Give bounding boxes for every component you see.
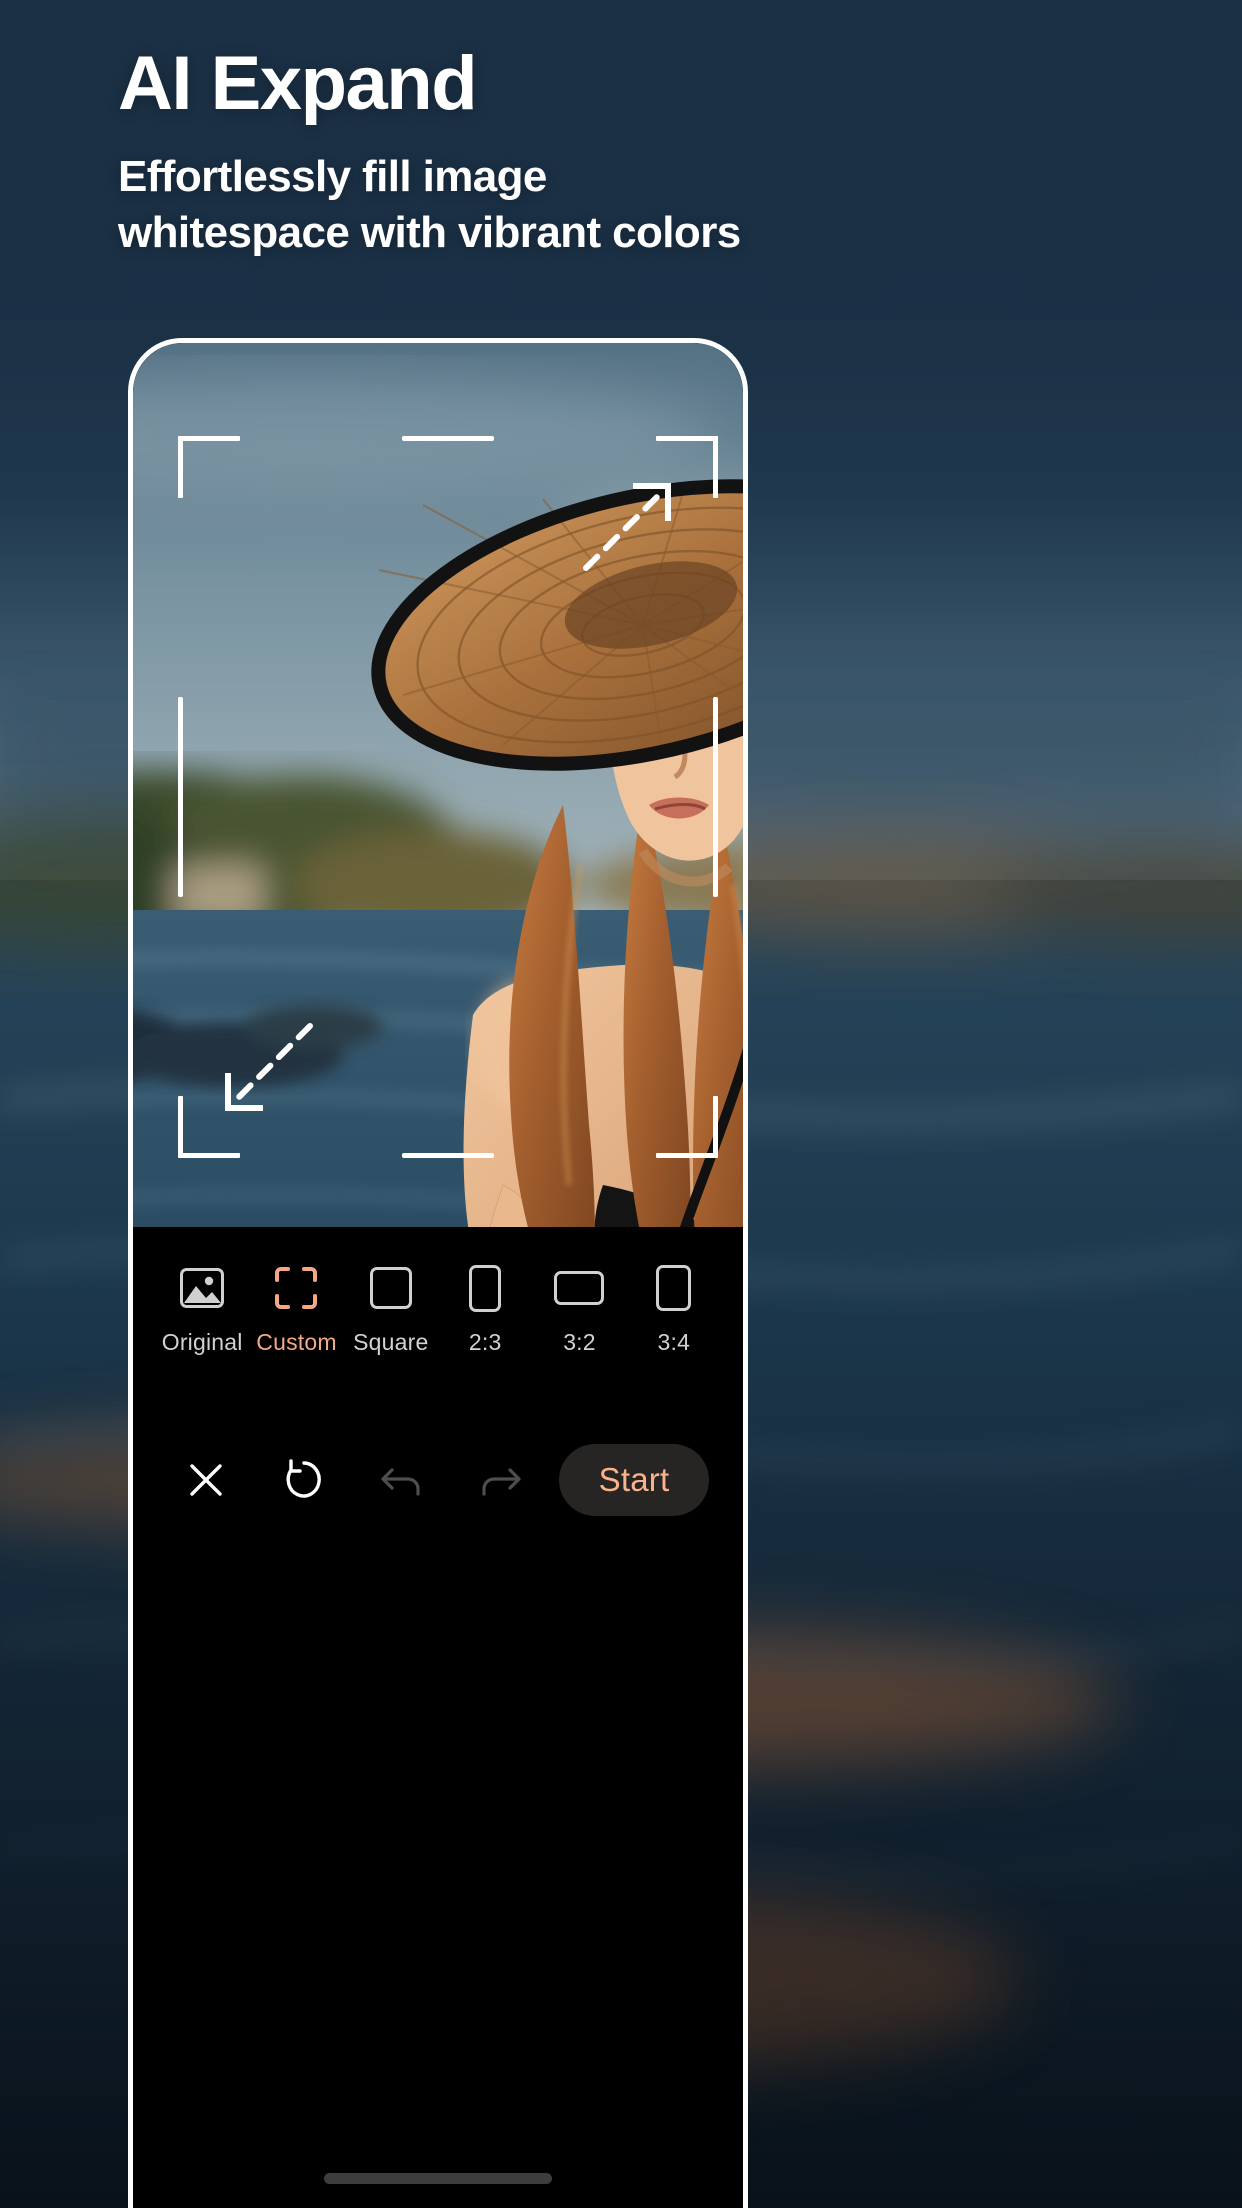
- page-subtitle: Effortlessly fill image whitespace with …: [118, 149, 858, 262]
- close-x-icon: [190, 1464, 222, 1496]
- image-icon: [179, 1261, 225, 1315]
- phone-mockup-frame: Original Custom Square 2:3 3:2 3:4 Start: [128, 338, 748, 2208]
- ratio-option-original[interactable]: Original: [155, 1261, 249, 1356]
- square-icon: [369, 1261, 412, 1315]
- portrait-2-3-icon: [469, 1261, 502, 1315]
- crop-brackets-icon: [273, 1261, 319, 1315]
- ratio-option-square[interactable]: Square: [344, 1261, 438, 1356]
- ratio-option-label: 3:4: [657, 1329, 691, 1355]
- page-title: AI Expand: [118, 41, 478, 126]
- ratio-option-label: Custom: [256, 1329, 337, 1355]
- close-button[interactable]: [167, 1441, 245, 1519]
- ratio-option-3-4[interactable]: 3:4: [627, 1261, 721, 1356]
- subtitle-line-2: whitespace with vibrant colors: [118, 208, 741, 258]
- aspect-ratio-toolbar: Original Custom Square 2:3 3:2 3:4: [133, 1261, 743, 1356]
- promo-text-block: AI Expand Effortlessly fill image whites…: [118, 44, 1178, 262]
- redo-button[interactable]: [461, 1441, 539, 1519]
- ratio-option-2-3[interactable]: 2:3: [438, 1261, 532, 1356]
- redo-arrow-icon: [482, 1468, 521, 1496]
- photo-canvas[interactable]: [133, 343, 743, 1227]
- photo-image: [133, 343, 743, 1227]
- ratio-option-label: Square: [353, 1329, 429, 1355]
- ratio-option-label: Original: [161, 1329, 243, 1355]
- start-button[interactable]: Start: [559, 1444, 709, 1516]
- editor-action-bar: Start: [133, 1441, 743, 1519]
- ratio-option-label: 3:2: [563, 1329, 596, 1355]
- start-button-label: Start: [598, 1461, 670, 1498]
- editor-panel: Original Custom Square 2:3 3:2 3:4 Start: [133, 1227, 743, 2208]
- subtitle-line-1: Effortlessly fill image: [118, 152, 547, 202]
- undo-arrow-icon: [381, 1468, 420, 1496]
- ratio-option-custom[interactable]: Custom: [249, 1261, 343, 1356]
- landscape-3-2-icon: [554, 1261, 605, 1315]
- reset-button[interactable]: [265, 1441, 343, 1519]
- portrait-3-4-icon: [656, 1261, 692, 1315]
- home-indicator: [324, 2173, 552, 2184]
- ratio-option-label: 2:3: [468, 1329, 502, 1355]
- rotate-ccw-icon: [286, 1459, 321, 1498]
- ratio-option-3-2[interactable]: 3:2: [532, 1261, 626, 1356]
- undo-button[interactable]: [363, 1441, 441, 1519]
